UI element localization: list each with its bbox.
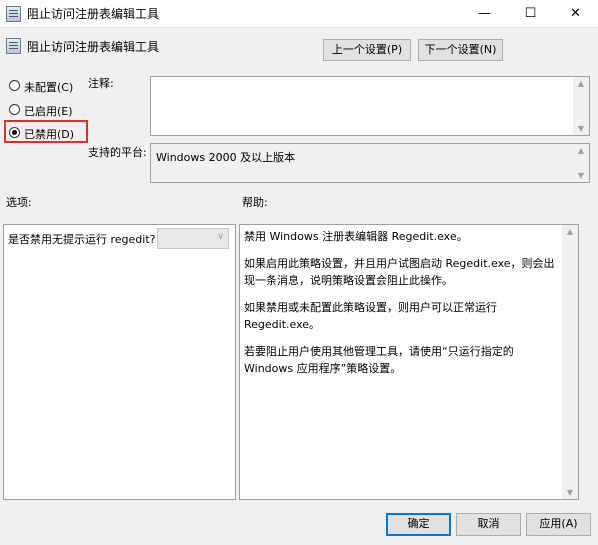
platform-label: 支持的平台: bbox=[88, 146, 147, 159]
cancel-button[interactable]: 取消 bbox=[456, 513, 521, 536]
help-paragraph: 禁用 Windows 注册表编辑器 Regedit.exe。 bbox=[244, 230, 468, 243]
maximize-button[interactable]: ☐ bbox=[508, 0, 553, 27]
minimize-button[interactable]: — bbox=[462, 0, 507, 27]
comment-scrollbar[interactable]: ▲ ▼ bbox=[573, 77, 589, 135]
next-setting-button[interactable]: 下一个设置(N) bbox=[418, 39, 503, 61]
help-panel: 禁用 Windows 注册表编辑器 Regedit.exe。 如果启用此策略设置… bbox=[239, 224, 579, 500]
help-label: 帮助: bbox=[242, 196, 268, 209]
scroll-up-icon[interactable]: ▲ bbox=[573, 146, 589, 155]
radio-not-configured[interactable]: 未配置(C) bbox=[7, 78, 97, 94]
radio-enabled[interactable]: 已启用(E) bbox=[7, 102, 97, 118]
radio-circle-selected[interactable] bbox=[9, 127, 20, 138]
scroll-down-icon[interactable]: ▼ bbox=[573, 171, 589, 180]
regedit-silent-dropdown[interactable]: ∨ bbox=[157, 228, 229, 249]
platform-text: Windows 2000 及以上版本 bbox=[156, 151, 296, 164]
scroll-up-icon[interactable]: ▲ bbox=[562, 227, 578, 236]
platform-scrollbar[interactable]: ▲ ▼ bbox=[573, 144, 589, 182]
scroll-down-icon[interactable]: ▼ bbox=[573, 124, 589, 133]
policy-app-icon bbox=[6, 6, 21, 22]
window-title: 阻止访问注册表编辑工具 bbox=[27, 7, 160, 21]
prev-setting-button[interactable]: 上一个设置(P) bbox=[323, 39, 411, 61]
help-paragraph: 如果禁用或未配置此策略设置，则用户可以正常运行 Regedit.exe。 bbox=[244, 301, 497, 331]
close-button[interactable]: ✕ bbox=[553, 0, 598, 27]
comment-textarea[interactable]: ▲ ▼ bbox=[150, 76, 590, 136]
scroll-down-icon[interactable]: ▼ bbox=[562, 488, 578, 497]
help-scrollbar[interactable]: ▲ ▼ bbox=[562, 225, 578, 499]
policy-name: 阻止访问注册表编辑工具 bbox=[27, 40, 160, 54]
comment-label: 注释: bbox=[88, 77, 114, 90]
radio-circle[interactable] bbox=[9, 80, 20, 91]
policy-icon bbox=[6, 38, 21, 54]
help-paragraph: 若要阻止用户使用其他管理工具，请使用“只运行指定的 Windows 应用程序”策… bbox=[244, 345, 514, 375]
radio-circle[interactable] bbox=[9, 104, 20, 115]
help-paragraph: 如果启用此策略设置，并且用户试图启动 Regedit.exe，则会出现一条消息，… bbox=[244, 257, 555, 287]
radio-label: 未配置(C) bbox=[24, 81, 74, 94]
options-panel: 是否禁用无提示运行 regedit? ∨ bbox=[3, 224, 236, 500]
help-content: 禁用 Windows 注册表编辑器 Regedit.exe。 如果启用此策略设置… bbox=[244, 228, 556, 387]
scroll-up-icon[interactable]: ▲ bbox=[573, 79, 589, 88]
apply-button[interactable]: 应用(A) bbox=[526, 513, 591, 536]
options-label: 选项: bbox=[6, 196, 32, 209]
ok-button[interactable]: 确定 bbox=[386, 513, 451, 536]
platform-box: Windows 2000 及以上版本 ▲ ▼ bbox=[150, 143, 590, 183]
title-bar: 阻止访问注册表编辑工具 — ☐ ✕ bbox=[0, 0, 598, 28]
option-text: 是否禁用无提示运行 regedit? bbox=[8, 233, 156, 246]
radio-disabled[interactable]: 已禁用(D) bbox=[7, 125, 87, 141]
chevron-down-icon[interactable]: ∨ bbox=[217, 232, 224, 242]
radio-label: 已启用(E) bbox=[24, 105, 73, 118]
radio-label: 已禁用(D) bbox=[24, 128, 75, 141]
